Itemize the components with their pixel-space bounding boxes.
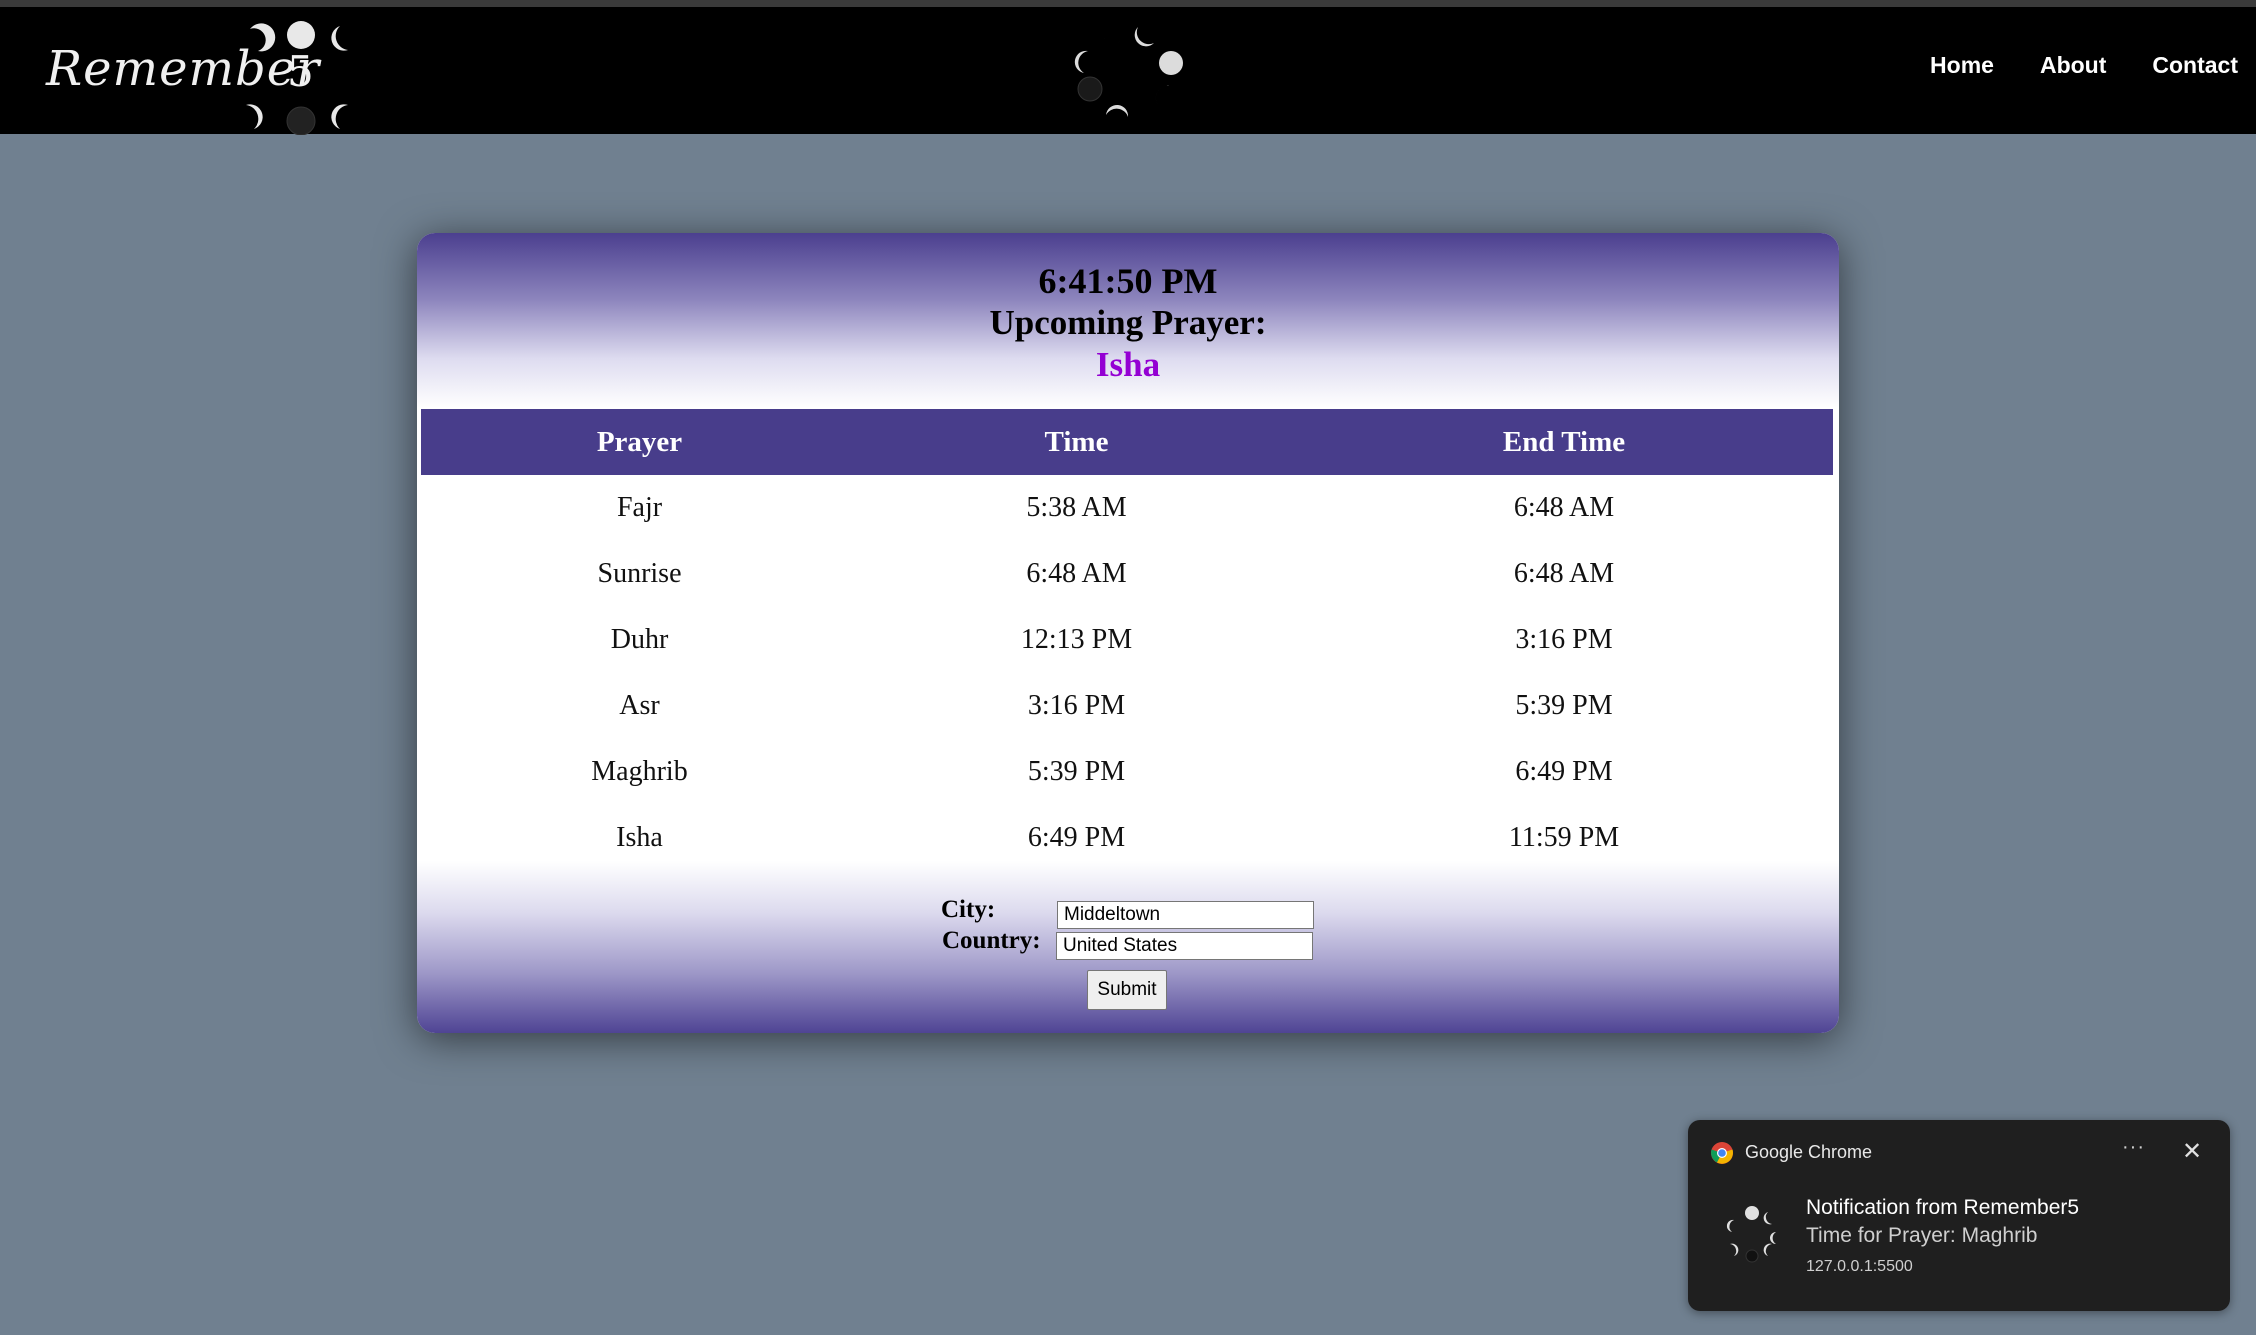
prayer-time-cell: 5:39 PM	[1027, 756, 1126, 787]
table-row: Maghrib 5:39 PM 6:49 PM	[421, 739, 1833, 805]
navbar: Remember 5 Home About Contact	[0, 7, 2256, 135]
prayer-name-cell: Fajr	[616, 492, 663, 523]
notification-title: Notification from Remember5	[1806, 1196, 2080, 1219]
submit-button[interactable]: Submit	[1087, 970, 1167, 1010]
table-header-row: Prayer Time End Time	[421, 409, 1833, 475]
nav-contact-link[interactable]: Contact	[2152, 52, 2238, 79]
nav-about-link[interactable]: About	[2040, 52, 2106, 79]
prayer-name-cell: Maghrib	[591, 756, 688, 787]
prayer-name-cell: Sunrise	[597, 558, 682, 589]
column-header-time: Time	[1044, 425, 1109, 458]
prayer-end-time-cell: 6:48 AM	[1513, 492, 1615, 523]
city-input[interactable]: Middeltown	[1057, 901, 1314, 929]
table-row: Asr 3:16 PM 5:39 PM	[421, 673, 1833, 739]
center-moon-emblem	[1074, 27, 1183, 117]
upcoming-prayer-name: Isha	[1095, 345, 1161, 384]
prayer-end-time-cell: 6:49 PM	[1515, 756, 1613, 787]
country-label: Country:	[942, 927, 1041, 954]
prayer-end-time-cell: 6:48 AM	[1513, 558, 1615, 589]
prayer-end-time-cell: 3:16 PM	[1515, 624, 1613, 655]
close-icon[interactable]: ✕	[2182, 1137, 2202, 1166]
card-header: 6:41:50 PM Upcoming Prayer: Isha	[417, 233, 1839, 408]
column-header-prayer: Prayer	[596, 425, 683, 458]
prayer-time-cell: 5:38 AM	[1026, 492, 1127, 523]
prayer-time-cell: 3:16 PM	[1027, 690, 1126, 721]
notification-message: Time for Prayer: Maghrib	[1806, 1224, 2038, 1247]
prayer-name-cell: Asr	[619, 690, 660, 721]
nav-home-link[interactable]: Home	[1930, 52, 1994, 79]
more-options-icon[interactable]: ···	[2122, 1136, 2145, 1159]
prayer-time-cell: 6:48 AM	[1026, 558, 1127, 589]
table-row: Duhr 12:13 PM 3:16 PM	[421, 607, 1833, 673]
window-top-edge	[0, 0, 2256, 7]
upcoming-prayer-label: Upcoming Prayer:	[989, 303, 1267, 342]
notification-source: 127.0.0.1:5500	[1806, 1258, 1913, 1275]
prayer-name-cell: Duhr	[610, 624, 669, 655]
prayer-times-card: 6:41:50 PM Upcoming Prayer: Isha Prayer …	[417, 233, 1839, 1033]
table-row: Sunrise 6:48 AM 6:48 AM	[421, 541, 1833, 607]
main-nav: Home About Contact	[1930, 52, 2238, 79]
current-time: 6:41:50 PM	[1038, 261, 1218, 301]
prayer-end-time-cell: 5:39 PM	[1515, 690, 1613, 721]
site-logo[interactable]: Remember 5	[40, 13, 370, 135]
chrome-notification[interactable]: Google Chrome ··· ✕ Notification from Re…	[1688, 1120, 2230, 1311]
notification-app-name: Google Chrome	[1745, 1142, 1873, 1162]
remember5-notification-icon	[1726, 1206, 1776, 1263]
prayer-times-table: Prayer Time End Time Fajr 5:38 AM 6:48 A…	[421, 409, 1833, 871]
chrome-icon	[1711, 1142, 1733, 1164]
table-row: Fajr 5:38 AM 6:48 AM	[421, 475, 1833, 541]
prayer-time-cell: 12:13 PM	[1020, 624, 1133, 655]
country-input[interactable]: United States	[1056, 932, 1313, 960]
column-header-end-time: End Time	[1502, 425, 1626, 458]
moon-phases-icon	[246, 21, 348, 135]
city-label: City:	[941, 896, 996, 923]
